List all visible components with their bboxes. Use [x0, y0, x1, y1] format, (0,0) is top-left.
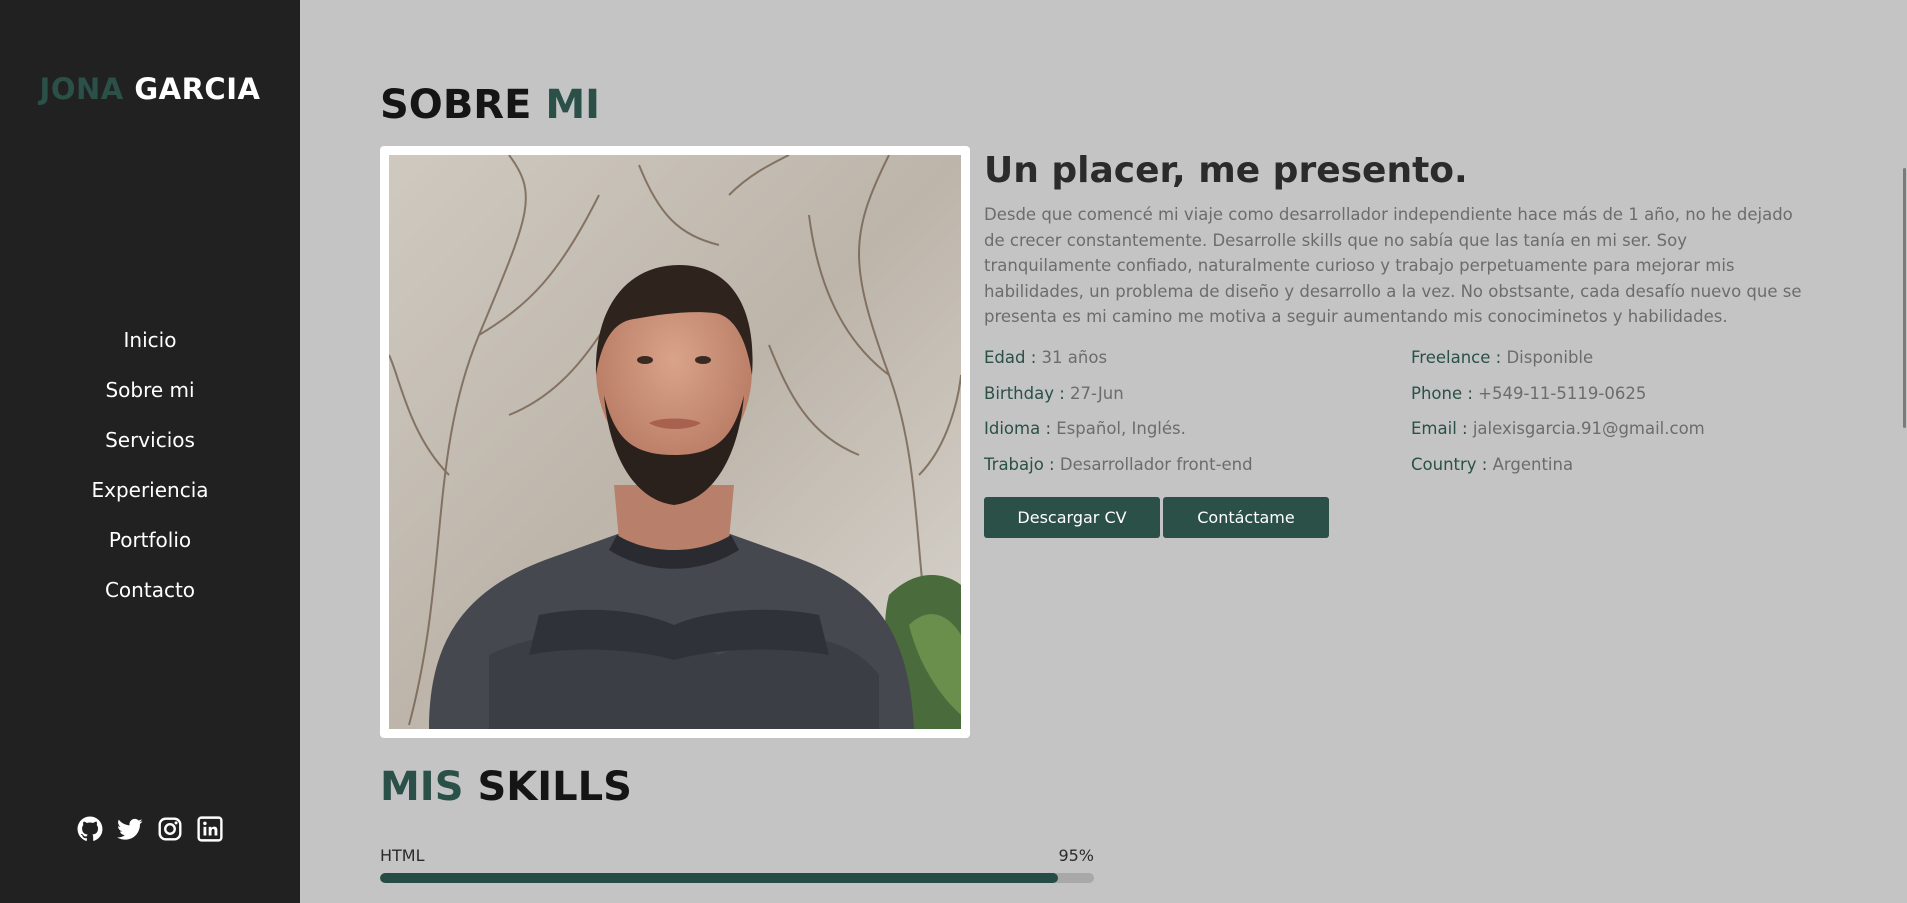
info-value: 27-Jun [1064, 383, 1124, 403]
info-label: Freelance : [1411, 348, 1502, 367]
info-label: Country : [1411, 454, 1488, 474]
personal-info: Edad : 31 años Freelance : Disponible Bi… [984, 345, 1854, 477]
about-section-title: SOBRE MI [380, 82, 600, 128]
info-phone: Phone : +549-11-5119-0625 [1411, 381, 1841, 406]
twitter-icon[interactable] [117, 816, 143, 842]
logo-last-name: GARCIA [134, 72, 261, 106]
sidebar: JONA GARCIA Inicio Sobre mi Servicios Ex… [0, 0, 300, 903]
info-value: +549-11-5119-0625 [1472, 383, 1647, 403]
info-birthday: Birthday : 27-Jun [984, 381, 1411, 406]
info-value: Desarrollador front-end [1054, 454, 1253, 474]
nav-item-portfolio[interactable]: Portfolio [0, 522, 300, 572]
info-value: Español, Inglés. [1051, 419, 1186, 438]
page-scrollbar[interactable] [1901, 0, 1907, 903]
info-label: Idioma : [984, 419, 1052, 438]
info-label: Trabajo : [984, 454, 1055, 474]
logo-first-name: JONA [39, 72, 124, 106]
nav-item-contacto[interactable]: Contacto [0, 572, 300, 622]
about-actions: Descargar CV Contáctame [984, 497, 1329, 538]
info-edad: Edad : 31 años [984, 345, 1411, 370]
linkedin-icon[interactable] [197, 816, 223, 842]
about-title-accent: MI [545, 82, 601, 128]
skill-header: HTML 95% [380, 846, 1094, 865]
skills-title-accent: MIS [380, 764, 464, 810]
info-value: 31 años [1036, 348, 1108, 367]
main-content: SOBRE MI Un placer, me presento. Desde q… [300, 0, 1907, 903]
info-label: Birthday : [984, 383, 1065, 403]
scrollbar-thumb[interactable] [1903, 168, 1906, 428]
instagram-icon[interactable] [157, 816, 183, 842]
info-value: jalexisgarcia.91@gmail.com [1467, 419, 1705, 438]
download-cv-button[interactable]: Descargar CV [984, 497, 1160, 538]
nav-item-sobre-mi[interactable]: Sobre mi [0, 372, 300, 422]
profile-photo-image [389, 155, 961, 729]
skill-progress-fill [380, 873, 1059, 883]
info-idioma: Idioma : Español, Inglés. [984, 416, 1411, 441]
about-heading: Un placer, me presento. [984, 150, 1468, 191]
info-value: Argentina [1487, 454, 1574, 474]
profile-photo [380, 146, 970, 738]
info-email: Email : jalexisgarcia.91@gmail.com [1411, 416, 1841, 441]
skill-percent: 95% [1058, 846, 1094, 865]
nav-item-inicio[interactable]: Inicio [0, 322, 300, 372]
about-description: Desde que comencé mi viaje como desarrol… [984, 205, 1802, 326]
info-freelance: Freelance : Disponible [1411, 345, 1841, 370]
info-label: Phone : [1411, 383, 1473, 403]
github-icon[interactable] [77, 816, 103, 842]
social-links [0, 816, 300, 842]
about-title-main: SOBRE [380, 82, 532, 128]
info-label: Edad : [984, 348, 1037, 367]
contact-button[interactable]: Contáctame [1163, 497, 1329, 538]
skill-progress-track [380, 873, 1094, 883]
info-value: Disponible [1501, 348, 1594, 367]
skills-title-main: SKILLS [477, 764, 632, 810]
skills-section-title: MIS SKILLS [380, 764, 632, 810]
info-country: Country : Argentina [1411, 452, 1841, 477]
skill-html: HTML 95% [380, 846, 1094, 883]
nav-item-experiencia[interactable]: Experiencia [0, 472, 300, 522]
nav-item-servicios[interactable]: Servicios [0, 422, 300, 472]
info-trabajo: Trabajo : Desarrollador front-end [984, 452, 1411, 477]
skill-name: HTML [380, 846, 425, 865]
info-label: Email : [1411, 419, 1468, 438]
main-nav: Inicio Sobre mi Servicios Experiencia Po… [0, 322, 300, 622]
site-logo[interactable]: JONA GARCIA [0, 72, 300, 106]
